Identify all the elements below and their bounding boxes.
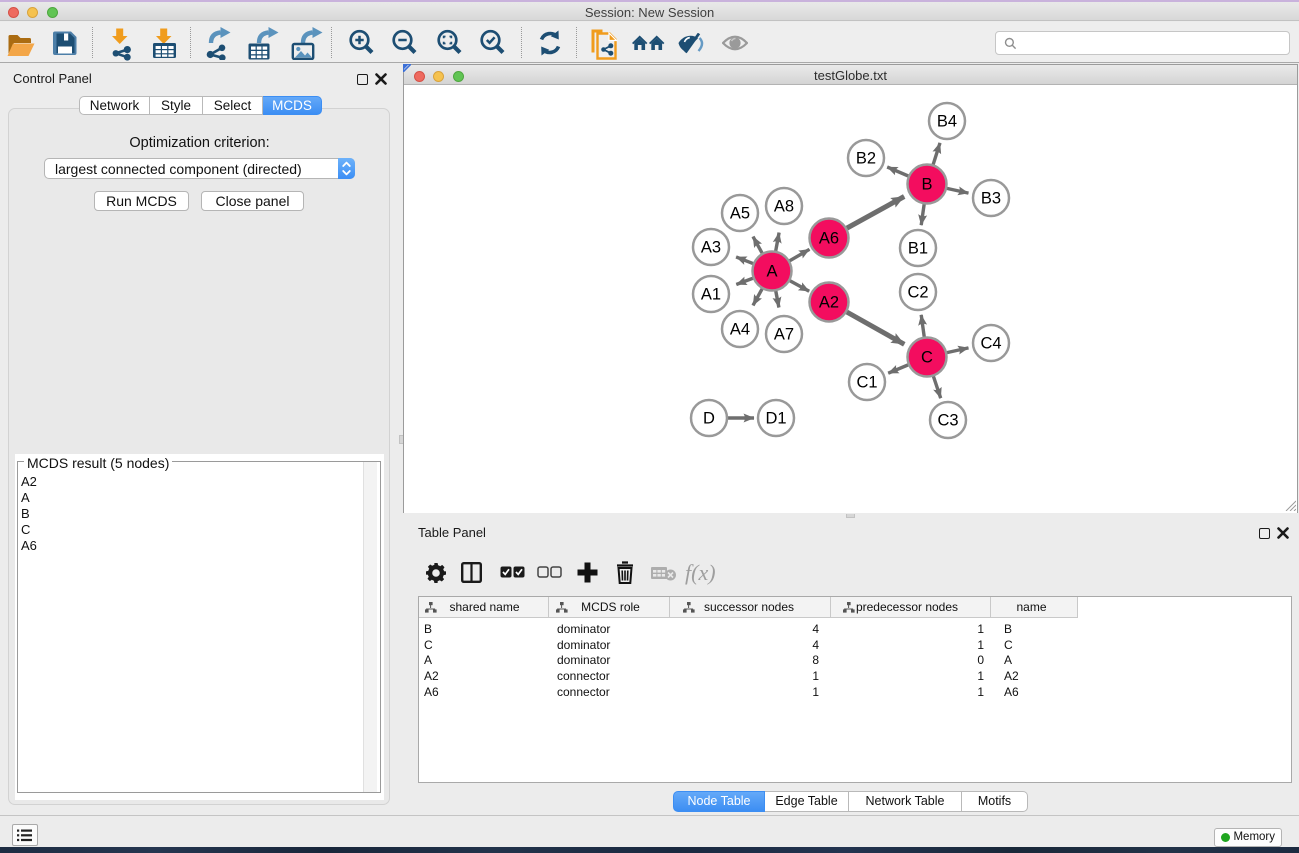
svg-text:A4: A4: [730, 321, 750, 339]
svg-text:A2: A2: [819, 294, 839, 312]
svg-text:D: D: [703, 410, 715, 428]
svg-text:C4: C4: [980, 335, 1001, 353]
svg-text:C2: C2: [907, 284, 928, 302]
svg-text:A7: A7: [774, 326, 794, 344]
svg-text:B1: B1: [908, 240, 928, 258]
svg-text:B4: B4: [937, 113, 957, 131]
svg-text:B: B: [921, 176, 932, 194]
svg-text:A3: A3: [701, 239, 721, 257]
svg-text:C3: C3: [937, 412, 958, 430]
svg-text:A8: A8: [774, 198, 794, 216]
svg-text:B2: B2: [856, 150, 876, 168]
svg-text:B3: B3: [981, 190, 1001, 208]
svg-text:C1: C1: [856, 374, 877, 392]
svg-text:A5: A5: [730, 205, 750, 223]
svg-text:A: A: [766, 263, 777, 281]
svg-text:A1: A1: [701, 286, 721, 304]
svg-text:C: C: [921, 349, 933, 367]
svg-text:D1: D1: [765, 410, 786, 428]
svg-text:A6: A6: [819, 230, 839, 248]
